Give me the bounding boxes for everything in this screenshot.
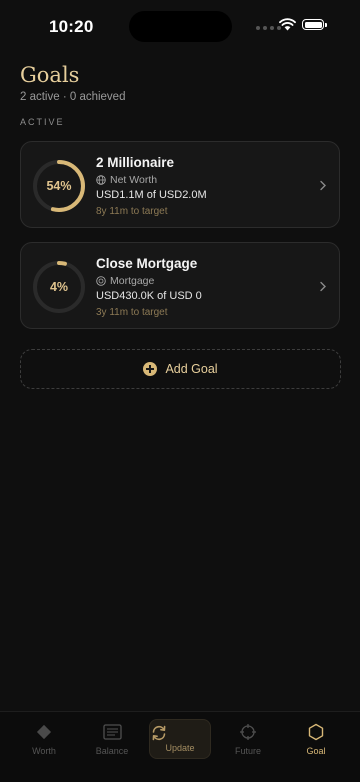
plus-circle-icon (143, 362, 158, 376)
goal-category-label: Net Worth (110, 174, 158, 186)
goal-amount: USD1.1M of USD2.0M (96, 189, 207, 201)
tab-goal[interactable]: Goal (284, 721, 348, 756)
tab-label: Balance (95, 746, 129, 756)
goal-time-to-target: 3y 11m to target (96, 307, 168, 318)
goal-time-to-target: 8y 11m to target (96, 206, 168, 217)
tab-label: Worth (32, 746, 56, 756)
tab-label: Goal (306, 746, 326, 756)
tab-future[interactable]: Future (216, 721, 280, 756)
chevron-right-icon (320, 281, 326, 292)
page-title: Goals (20, 63, 80, 87)
section-label-active: ACTIVE (20, 117, 65, 127)
goal-name: 2 Millionaire (96, 155, 175, 170)
crosshair-icon (240, 724, 256, 740)
refresh-icon (152, 725, 166, 741)
mortgage-icon (96, 276, 106, 286)
progress-percent: 54% (46, 179, 72, 193)
goal-name: Close Mortgage (96, 256, 198, 271)
battery-icon (302, 19, 327, 30)
status-bar: 10:20 (0, 0, 360, 54)
goal-category: Mortgage (96, 275, 154, 287)
goal-card[interactable]: 4% Close Mortgage Mortgage USD430.0K of … (20, 242, 340, 329)
tab-update[interactable]: Update (149, 719, 211, 759)
goal-amount: USD430.0K of USD 0 (96, 290, 202, 302)
hexagon-icon (308, 723, 324, 741)
tab-label: Update (165, 743, 195, 753)
tab-label: Future (234, 746, 261, 756)
goals-summary: 2 active · 0 achieved (20, 91, 126, 103)
cellular-signal-icon (256, 26, 281, 30)
ledger-icon (102, 724, 122, 740)
goal-card[interactable]: 54% 2 Millionaire Net Worth USD1.1M of U… (20, 141, 340, 228)
diamond-icon (36, 724, 52, 740)
tab-worth[interactable]: Worth (12, 721, 76, 756)
tab-bar: Worth Balance Update Future Goal (0, 711, 360, 782)
wifi-icon (279, 18, 296, 31)
chevron-right-icon (320, 180, 326, 191)
status-time: 10:20 (49, 17, 94, 36)
add-goal-button[interactable]: Add Goal (20, 349, 341, 389)
add-goal-label: Add Goal (165, 362, 218, 376)
globe-icon (96, 175, 106, 185)
dynamic-island (129, 11, 232, 42)
goal-category: Net Worth (96, 174, 157, 186)
progress-percent: 4% (49, 280, 69, 294)
goal-category-label: Mortgage (110, 275, 155, 287)
tab-balance[interactable]: Balance (80, 721, 144, 756)
